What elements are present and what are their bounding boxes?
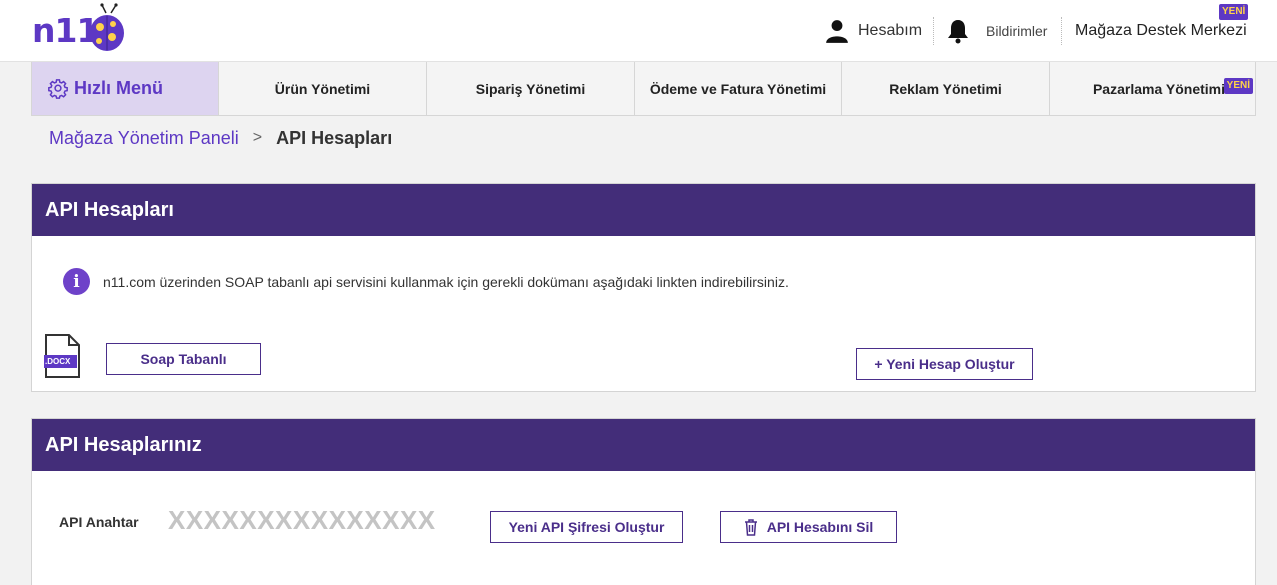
panel-title: API Hesaplarınız: [32, 419, 1255, 471]
new-badge: YENİ: [1219, 4, 1249, 20]
nav-item-label: Reklam Yönetimi: [889, 80, 1002, 97]
soap-download-button[interactable]: Soap Tabanlı: [106, 343, 261, 375]
breadcrumb-current: API Hesapları: [276, 127, 393, 148]
docx-label: .DOCX: [45, 357, 71, 366]
breadcrumb-parent-link[interactable]: Mağaza Yönetim Paneli: [49, 128, 239, 149]
nav-item-orders[interactable]: Sipariş Yönetimi: [427, 62, 635, 115]
trash-icon: [744, 518, 757, 536]
nav-item-label: Ödeme ve Fatura Yönetimi: [649, 80, 827, 97]
info-text: n11.com üzerinden SOAP tabanlı api servi…: [103, 273, 789, 290]
api-key-value: XXXXXXXXXXXXXXX: [168, 505, 436, 535]
panel-title: API Hesapları: [32, 184, 1255, 236]
ladybug-icon: [90, 3, 124, 51]
nav-item-products[interactable]: Ürün Yönetimi: [219, 62, 427, 115]
docx-file-shape: [44, 334, 80, 378]
header-divider: [933, 17, 934, 45]
n11-logo[interactable]: n11: [32, 3, 132, 55]
new-badge: YENİ: [1223, 78, 1253, 94]
your-api-accounts-panel: API Hesaplarınız API Anahtar XXXXXXXXXXX…: [31, 418, 1256, 585]
nav-item-label: Pazarlama Yönetimi: [1092, 80, 1225, 97]
header-divider: [1061, 17, 1062, 45]
chevron-right-icon: >: [252, 129, 263, 146]
api-accounts-panel: API Hesapları i n11.com üzerinden SOAP t…: [31, 183, 1256, 392]
nav-item-ads[interactable]: Reklam Yönetimi: [842, 62, 1050, 115]
account-link[interactable]: Hesabım: [824, 0, 922, 62]
nav-item-marketing[interactable]: Pazarlama Yönetimi YENİ: [1050, 62, 1255, 115]
gear-icon: [48, 78, 68, 99]
docx-file-icon[interactable]: .DOCX: [44, 333, 82, 379]
main-nav: Hızlı Menü Ürün Yönetimi Sipariş Yönetim…: [31, 62, 1256, 116]
notifications-link[interactable]: Bildirimler: [946, 0, 1047, 62]
delete-api-account-button[interactable]: API Hesabını Sil: [720, 511, 897, 543]
info-message: i n11.com üzerinden SOAP tabanlı api ser…: [63, 268, 789, 295]
new-api-password-button[interactable]: Yeni API Şifresi Oluştur: [490, 511, 683, 543]
nav-item-label: Sipariş Yönetimi: [475, 80, 586, 97]
support-label: Mağaza Destek Merkezi: [1075, 22, 1247, 39]
nav-item-payments[interactable]: Ödeme ve Fatura Yönetimi: [635, 62, 842, 115]
account-label: Hesabım: [858, 22, 923, 39]
info-icon: i: [63, 268, 90, 295]
bell-icon: [948, 20, 968, 44]
nav-item-label: Ürün Yönetimi: [274, 80, 371, 97]
new-account-button[interactable]: + Yeni Hesap Oluştur: [856, 348, 1033, 380]
delete-button-label: API Hesabını Sil: [766, 519, 874, 535]
api-key-label: API Anahtar: [59, 514, 139, 530]
user-icon: [826, 20, 848, 43]
quick-menu-button[interactable]: Hızlı Menü: [32, 62, 219, 115]
notifications-label: Bildirimler: [986, 23, 1048, 39]
top-header: n11 Hesabım Bildirimler Mağaza Destek Me…: [0, 0, 1277, 62]
breadcrumb: Mağaza Yönetim Paneli > API Hesapları: [49, 127, 392, 149]
quick-menu-label: Hızlı Menü: [74, 78, 163, 98]
